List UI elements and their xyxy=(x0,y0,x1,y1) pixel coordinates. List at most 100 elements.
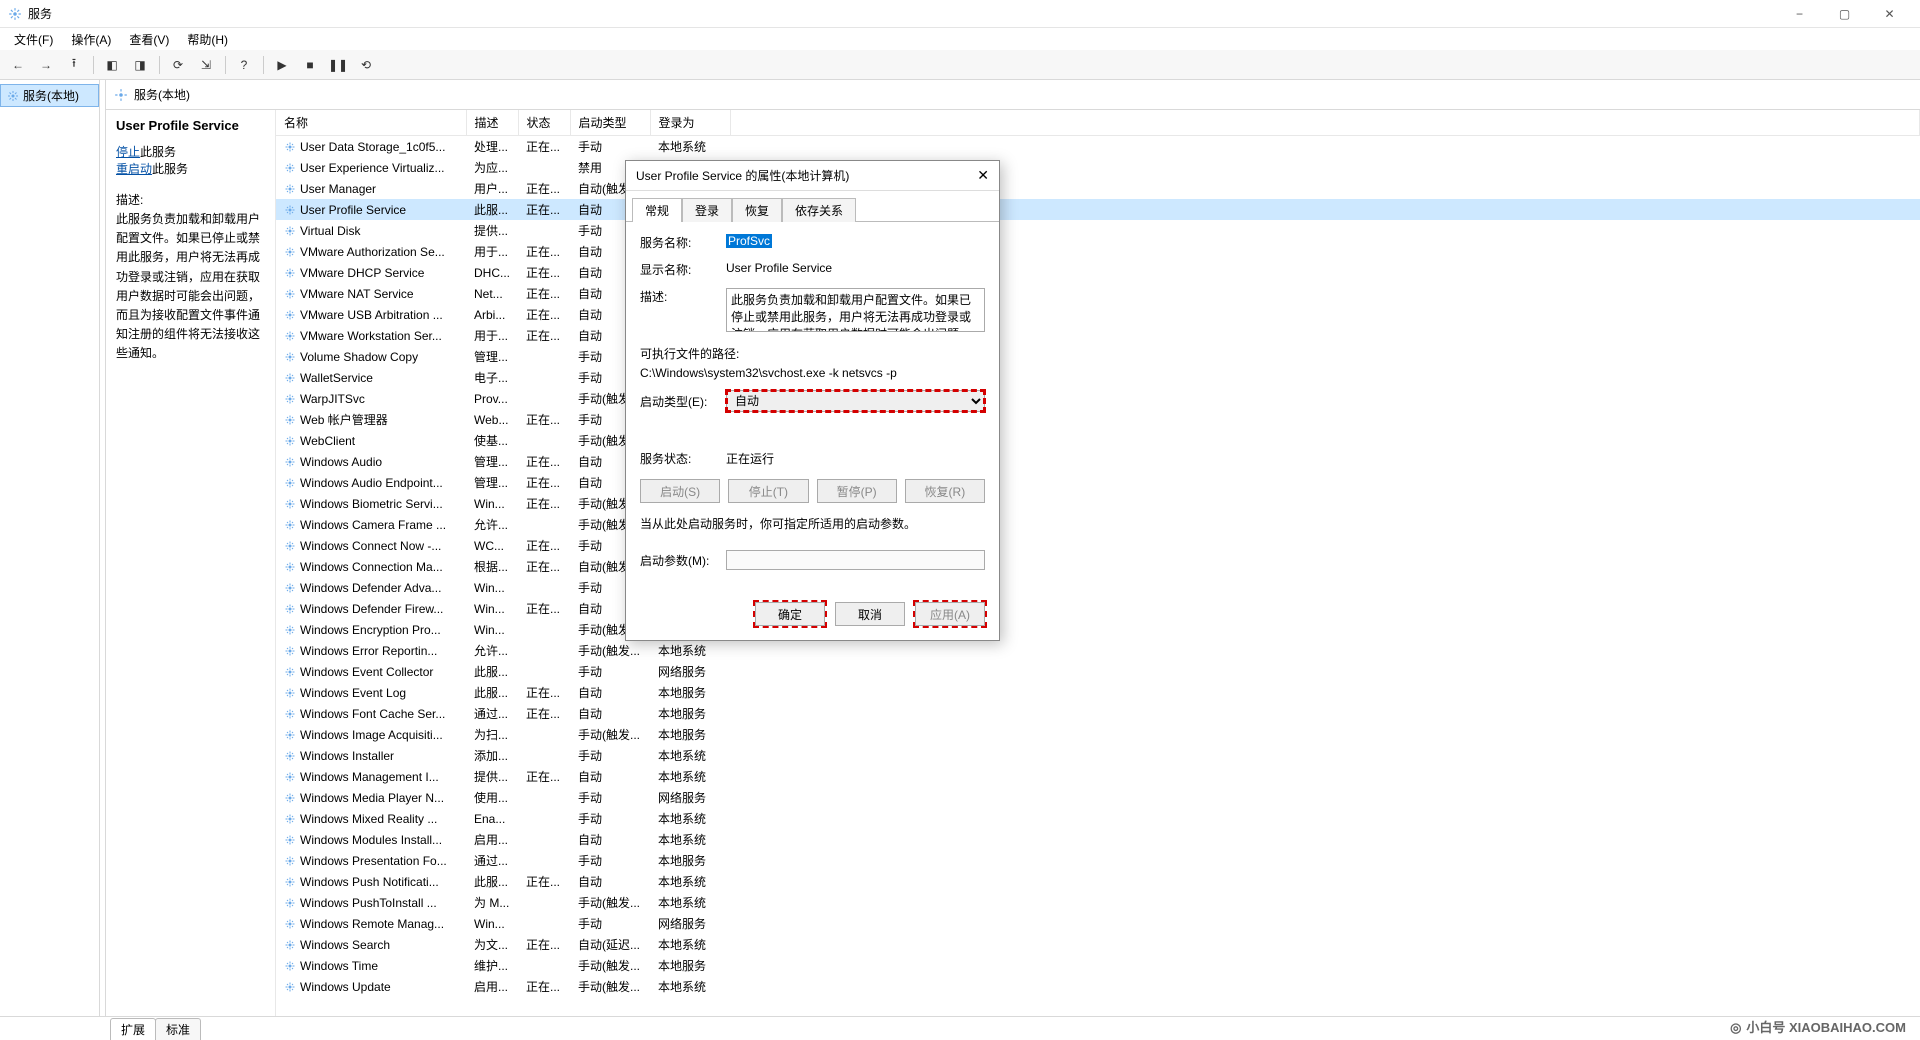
panel-a-button[interactable]: ◧ xyxy=(100,53,124,77)
refresh-button[interactable]: ⟳ xyxy=(166,53,190,77)
table-row[interactable]: VMware USB Arbitration ...Arbi...正在...自动… xyxy=(276,304,1920,325)
table-row[interactable]: Windows Event Collector此服...手动网络服务 xyxy=(276,661,1920,682)
properties-dialog: User Profile Service 的属性(本地计算机) ✕ 常规 登录 … xyxy=(625,160,1000,641)
startup-type-select[interactable]: 自动 xyxy=(726,390,985,412)
table-row[interactable]: Windows PushToInstall ...为 M...手动(触发...本… xyxy=(276,892,1920,913)
cell-status xyxy=(518,367,570,388)
menu-view[interactable]: 查看(V) xyxy=(121,29,177,50)
dialog-titlebar[interactable]: User Profile Service 的属性(本地计算机) ✕ xyxy=(626,161,999,191)
pause-button[interactable]: ❚❚ xyxy=(326,53,350,77)
cell-descr: 用于... xyxy=(466,241,518,262)
table-row[interactable]: VMware DHCP ServiceDHC...正在...自动本地系统 xyxy=(276,262,1920,283)
table-row[interactable]: Windows Defender Adva...Win...手动本地系统 xyxy=(276,577,1920,598)
col-logon[interactable]: 登录为 xyxy=(650,110,730,136)
tree-item-services[interactable]: 服务(本地) xyxy=(0,84,99,107)
menu-file[interactable]: 文件(F) xyxy=(6,29,61,50)
table-row[interactable]: Windows Modules Install...启用...自动本地系统 xyxy=(276,829,1920,850)
tab-logon[interactable]: 登录 xyxy=(682,198,732,222)
gear-icon xyxy=(284,645,296,657)
table-row[interactable]: Windows Time维护...手动(触发...本地服务 xyxy=(276,955,1920,976)
tab-dependencies[interactable]: 依存关系 xyxy=(782,198,856,222)
table-row[interactable]: Windows Camera Frame ...允许...手动(触发...本地服… xyxy=(276,514,1920,535)
table-row[interactable]: Windows Search为文...正在...自动(延迟...本地系统 xyxy=(276,934,1920,955)
col-startup[interactable]: 启动类型 xyxy=(570,110,650,136)
table-row[interactable]: Windows Encryption Pro...Win...手动(触发...本… xyxy=(276,619,1920,640)
table-row[interactable]: User Data Storage_1c0f5...处理...正在...手动本地… xyxy=(276,136,1920,158)
table-row[interactable]: WarpJITSvcProv...手动(触发...本地服务 xyxy=(276,388,1920,409)
table-row[interactable]: Windows Management I...提供...正在...自动本地系统 xyxy=(276,766,1920,787)
stop-button[interactable]: ■ xyxy=(298,53,322,77)
table-row[interactable]: Windows Font Cache Ser...通过...正在...自动本地服… xyxy=(276,703,1920,724)
table-row[interactable]: Web 帐户管理器Web...正在...手动本地系统 xyxy=(276,409,1920,430)
tab-standard[interactable]: 标准 xyxy=(155,1018,201,1040)
col-descr[interactable]: 描述 xyxy=(466,110,518,136)
table-row[interactable]: Windows Biometric Servi...Win...正在...手动(… xyxy=(276,493,1920,514)
table-row[interactable]: Windows Audio管理...正在...自动本地服务 xyxy=(276,451,1920,472)
table-row[interactable]: VMware NAT ServiceNet...正在...自动本地系统 xyxy=(276,283,1920,304)
gear-icon xyxy=(7,90,19,102)
tab-extended[interactable]: 扩展 xyxy=(110,1018,156,1040)
restart-link[interactable]: 重启动 xyxy=(116,162,152,176)
table-row[interactable]: VMware Workstation Ser...用于...正在...自动本地系… xyxy=(276,325,1920,346)
col-status[interactable]: 状态 xyxy=(518,110,570,136)
table-row[interactable]: Windows Audio Endpoint...管理...正在...自动本地系… xyxy=(276,472,1920,493)
cancel-button[interactable]: 取消 xyxy=(835,602,905,626)
cell-status: 正在... xyxy=(518,241,570,262)
table-row[interactable]: Windows Media Player N...使用...手动网络服务 xyxy=(276,787,1920,808)
table-row[interactable]: Windows Connect Now -...WC...正在...手动本地服务 xyxy=(276,535,1920,556)
restart-button[interactable]: ⟲ xyxy=(354,53,378,77)
table-row[interactable]: Windows Mixed Reality ...Ena...手动本地系统 xyxy=(276,808,1920,829)
menu-help[interactable]: 帮助(H) xyxy=(179,29,236,50)
table-row[interactable]: WebClient使基...手动(触发...本地服务 xyxy=(276,430,1920,451)
table-row[interactable]: User Experience Virtualiz...为应...禁用本地系统 xyxy=(276,157,1920,178)
back-button[interactable]: ← xyxy=(6,53,30,77)
up-button[interactable]: ⭱ xyxy=(62,53,86,77)
table-row[interactable]: Windows Image Acquisiti...为扫...手动(触发...本… xyxy=(276,724,1920,745)
tab-recovery[interactable]: 恢复 xyxy=(732,198,782,222)
table-row[interactable]: Windows Event Log此服...正在...自动本地服务 xyxy=(276,682,1920,703)
table-row[interactable]: User Manager用户...正在...自动(触发...本地系统 xyxy=(276,178,1920,199)
minimize-button[interactable]: − xyxy=(1777,0,1822,28)
stop-button[interactable]: 停止(T) xyxy=(728,479,808,503)
maximize-button[interactable]: ▢ xyxy=(1822,0,1867,28)
table-row[interactable]: Windows Update启用...正在...手动(触发...本地系统 xyxy=(276,976,1920,997)
export-button[interactable]: ⇲ xyxy=(194,53,218,77)
close-icon[interactable]: ✕ xyxy=(977,167,989,184)
table-row[interactable]: Virtual Disk提供...手动本地系统 xyxy=(276,220,1920,241)
table-row[interactable]: Windows Presentation Fo...通过...手动本地服务 xyxy=(276,850,1920,871)
table-row[interactable]: Windows Error Reportin...允许...手动(触发...本地… xyxy=(276,640,1920,661)
tree-item-label: 服务(本地) xyxy=(23,87,79,104)
table-row[interactable]: Windows Defender Firew...Win...正在...自动本地… xyxy=(276,598,1920,619)
close-button[interactable]: ✕ xyxy=(1867,0,1912,28)
col-name[interactable]: 名称 xyxy=(276,110,466,136)
menu-action[interactable]: 操作(A) xyxy=(63,29,119,50)
gear-icon xyxy=(284,603,296,615)
forward-button[interactable]: → xyxy=(34,53,58,77)
table-row[interactable]: WalletService电子...手动本地系统 xyxy=(276,367,1920,388)
table-row[interactable]: Windows Push Notificati...此服...正在...自动本地… xyxy=(276,871,1920,892)
cell-descr: 电子... xyxy=(466,367,518,388)
tab-general[interactable]: 常规 xyxy=(632,198,682,222)
window-title: 服务 xyxy=(28,5,52,22)
stop-link[interactable]: 停止 xyxy=(116,145,140,159)
play-button[interactable]: ▶ xyxy=(270,53,294,77)
table-row[interactable]: Volume Shadow Copy管理...手动本地系统 xyxy=(276,346,1920,367)
cell-logon: 本地系统 xyxy=(650,640,730,661)
table-row[interactable]: Windows Remote Manag...Win...手动网络服务 xyxy=(276,913,1920,934)
gear-icon xyxy=(284,897,296,909)
help-button[interactable]: ? xyxy=(232,53,256,77)
table-row[interactable]: Windows Connection Ma...根据...正在...自动(触发.… xyxy=(276,556,1920,577)
cell-descr: 用于... xyxy=(466,325,518,346)
cell-name: WalletService xyxy=(300,371,373,385)
cell-name: VMware Workstation Ser... xyxy=(300,329,442,343)
cell-name: Windows Connection Ma... xyxy=(300,560,443,574)
ok-button[interactable]: 确定 xyxy=(755,602,825,626)
table-row[interactable]: User Profile Service此服...正在...自动本地系统 xyxy=(276,199,1920,220)
value-description[interactable] xyxy=(726,288,985,332)
services-table[interactable]: 名称 描述 状态 启动类型 登录为 User Data Storage_1c0f… xyxy=(276,110,1920,1016)
cell-name: Windows Defender Firew... xyxy=(300,602,443,616)
gear-icon xyxy=(284,792,296,804)
table-row[interactable]: VMware Authorization Se...用于...正在...自动本地… xyxy=(276,241,1920,262)
panel-b-button[interactable]: ◨ xyxy=(128,53,152,77)
table-row[interactable]: Windows Installer添加...手动本地系统 xyxy=(276,745,1920,766)
